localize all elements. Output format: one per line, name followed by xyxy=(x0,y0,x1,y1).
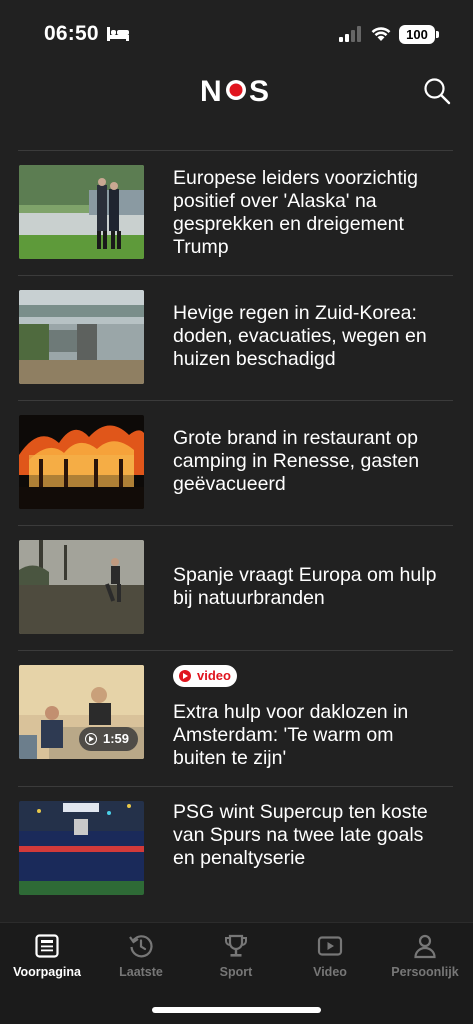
history-icon xyxy=(129,935,153,958)
tab-laatste[interactable]: Laatste xyxy=(94,923,188,987)
play-icon xyxy=(179,670,191,682)
search-icon[interactable] xyxy=(422,76,452,106)
building-fire-photo xyxy=(19,415,144,509)
status-bar: 06:50 100 xyxy=(0,0,473,66)
leaders-walking-photo xyxy=(19,165,144,259)
article-headline: Grote brand in restaurant op camping in … xyxy=(173,427,420,495)
video-badge-label: video xyxy=(197,668,231,683)
article-item[interactable]: Europese leiders voorzichtig positief ov… xyxy=(18,150,453,275)
article-thumbnail: 1:59 xyxy=(19,665,144,759)
nos-logo-o-center xyxy=(229,83,243,97)
article-thumbnail xyxy=(19,540,144,634)
article-item[interactable]: Hevige regen in Zuid-Korea: doden, evacu… xyxy=(18,275,453,400)
article-item[interactable]: 1:59 video Extra hulp voor daklozen in A… xyxy=(18,650,453,786)
tab-video[interactable]: Video xyxy=(283,923,377,987)
article-headline: Europese leiders voorzichtig positief ov… xyxy=(173,167,418,258)
article-thumbnail xyxy=(19,290,144,384)
battery-tip xyxy=(436,31,439,38)
article-headline: Extra hulp voor daklozen in Amsterdam: '… xyxy=(173,701,409,769)
flooded-bridge-photo xyxy=(19,290,144,384)
tab-sport[interactable]: Sport xyxy=(189,923,283,987)
article-item[interactable]: PSG wint Supercup ten koste van Spurs na… xyxy=(18,786,453,910)
cellular-signal-icon xyxy=(339,26,361,42)
tab-label: Laatste xyxy=(119,965,163,979)
wifi-icon xyxy=(371,27,391,41)
tab-label: Sport xyxy=(219,965,253,979)
article-headline: PSG wint Supercup ten koste van Spurs na… xyxy=(173,801,428,869)
video-duration-badge: 1:59 xyxy=(78,727,138,751)
sleep-bed-icon xyxy=(107,27,129,41)
nos-logo[interactable]: N S xyxy=(200,75,272,105)
trophy-icon xyxy=(225,934,247,957)
news-feed[interactable]: Europese leiders voorzichtig positief ov… xyxy=(0,150,473,910)
article-headline: Spanje vraagt Europa om hulp bij natuurb… xyxy=(173,564,437,609)
nos-logo-s: S xyxy=(249,75,269,105)
scrolled-off-article xyxy=(18,118,453,151)
tab-persoonlijk[interactable]: Persoonlijk xyxy=(378,923,472,987)
tab-voorpagina[interactable]: Voorpagina xyxy=(0,923,94,987)
battery-indicator: 100 xyxy=(399,25,435,44)
article-item[interactable]: Grote brand in restaurant op camping in … xyxy=(18,400,453,525)
article-item[interactable]: Spanje vraagt Europa om hulp bij natuurb… xyxy=(18,525,453,650)
video-play-icon xyxy=(317,936,343,956)
home-indicator[interactable] xyxy=(152,1007,321,1013)
article-thumbnail xyxy=(19,165,144,259)
status-time: 06:50 xyxy=(44,22,99,45)
video-badge: video xyxy=(173,665,237,687)
article-headline: Hevige regen in Zuid-Korea: doden, evacu… xyxy=(173,302,427,370)
team-celebration-photo xyxy=(19,801,144,895)
article-thumbnail xyxy=(19,415,144,509)
app-header: N S xyxy=(0,66,473,118)
wildfire-smoke-photo xyxy=(19,540,144,634)
article-thumbnail xyxy=(19,801,144,895)
tab-label: Video xyxy=(313,965,347,979)
play-circle-icon xyxy=(84,733,97,745)
tab-label: Persoonlijk xyxy=(391,965,459,979)
person-icon xyxy=(414,934,436,959)
video-duration: 1:59 xyxy=(102,731,129,746)
newspaper-icon xyxy=(35,934,59,958)
tab-label: Voorpagina xyxy=(13,965,81,979)
nos-logo-n: N xyxy=(200,75,222,105)
